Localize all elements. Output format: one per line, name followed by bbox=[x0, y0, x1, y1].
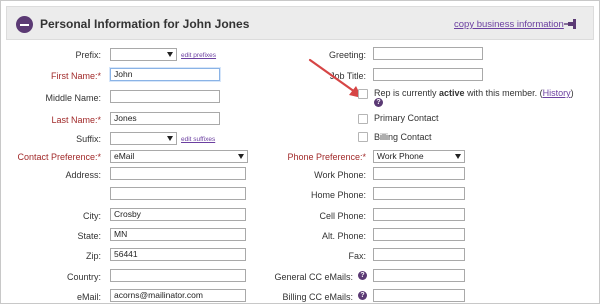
middle-name-field[interactable] bbox=[110, 90, 220, 103]
question-circle-icon[interactable]: ? bbox=[358, 271, 367, 280]
first-name-field[interactable]: John bbox=[110, 68, 220, 81]
first-name-label: First Name:* bbox=[50, 71, 101, 81]
chevron-down-icon bbox=[167, 136, 173, 141]
work-phone-field[interactable] bbox=[373, 167, 465, 180]
panel-header: Personal Information for John Jones copy… bbox=[6, 6, 594, 40]
pushpin-icon[interactable] bbox=[564, 18, 578, 30]
chevron-down-icon bbox=[238, 154, 244, 159]
phone-preference-select[interactable]: Work Phone bbox=[373, 150, 465, 163]
email-field[interactable]: acorns@mailinator.com bbox=[110, 289, 246, 302]
last-name-label: Last Name:* bbox=[51, 115, 101, 125]
contact-preference-select[interactable]: eMail bbox=[110, 150, 248, 163]
work-phone-label: Work Phone: bbox=[314, 170, 366, 180]
alt-phone-field[interactable] bbox=[373, 228, 465, 241]
general-cc-emails-label: General CC eMails: bbox=[274, 272, 353, 282]
history-link[interactable]: History bbox=[543, 88, 571, 98]
primary-contact-label: Primary Contact bbox=[374, 113, 439, 123]
copy-business-info-link[interactable]: copy business information bbox=[454, 19, 564, 30]
chevron-down-icon bbox=[455, 154, 461, 159]
city-field[interactable]: Crosby bbox=[110, 208, 246, 221]
address-label: Address: bbox=[65, 170, 101, 180]
question-circle-icon[interactable]: ? bbox=[358, 291, 367, 300]
panel-title: Personal Information for John Jones bbox=[40, 17, 250, 31]
greeting-field[interactable] bbox=[373, 47, 483, 60]
home-phone-field[interactable] bbox=[373, 187, 465, 200]
suffix-select[interactable] bbox=[110, 132, 177, 145]
zip-field[interactable]: 56441 bbox=[110, 248, 246, 261]
minus-circle-icon bbox=[20, 23, 29, 26]
cell-phone-label: Cell Phone: bbox=[319, 211, 366, 221]
zip-label: Zip: bbox=[85, 251, 101, 261]
suffix-label: Suffix: bbox=[76, 134, 101, 144]
country-field[interactable] bbox=[110, 269, 246, 282]
address-line2-field[interactable] bbox=[110, 187, 246, 200]
last-name-field[interactable]: Jones bbox=[110, 112, 220, 125]
address-line1-field[interactable] bbox=[110, 167, 246, 180]
rep-active-checkbox[interactable] bbox=[358, 89, 368, 99]
phone-preference-label: Phone Preference:* bbox=[287, 152, 366, 162]
billing-contact-checkbox[interactable] bbox=[358, 132, 368, 142]
annotation-arrow bbox=[308, 58, 362, 98]
email-label: eMail: bbox=[76, 292, 101, 302]
chevron-down-icon bbox=[167, 52, 173, 57]
edit-suffixes-link[interactable]: edit suffixes bbox=[181, 136, 215, 143]
primary-contact-checkbox[interactable] bbox=[358, 114, 368, 124]
prefix-select[interactable] bbox=[110, 48, 177, 61]
alt-phone-label: Alt. Phone: bbox=[321, 231, 366, 241]
edit-prefixes-link[interactable]: edit prefixes bbox=[181, 52, 216, 59]
middle-name-label: Middle Name: bbox=[45, 93, 101, 103]
fax-label: Fax: bbox=[348, 251, 366, 261]
billing-contact-label: Billing Contact bbox=[374, 132, 432, 142]
home-phone-label: Home Phone: bbox=[310, 190, 366, 200]
question-circle-icon[interactable]: ? bbox=[374, 98, 383, 107]
cell-phone-field[interactable] bbox=[373, 208, 465, 221]
contact-preference-label: Contact Preference:* bbox=[17, 152, 101, 162]
general-cc-emails-field[interactable] bbox=[373, 269, 465, 282]
country-label: Country: bbox=[66, 272, 101, 282]
fax-field[interactable] bbox=[373, 248, 465, 261]
job-title-field[interactable] bbox=[373, 68, 483, 81]
prefix-label: Prefix: bbox=[75, 50, 101, 60]
billing-cc-emails-label: Billing CC eMails: bbox=[282, 292, 353, 302]
billing-cc-emails-field[interactable] bbox=[373, 289, 465, 302]
personal-info-panel: Personal Information for John Jones copy… bbox=[0, 0, 600, 304]
city-label: City: bbox=[83, 211, 101, 221]
state-field[interactable]: MN bbox=[110, 228, 246, 241]
collapse-button[interactable] bbox=[16, 16, 33, 33]
state-label: State: bbox=[77, 231, 101, 241]
rep-active-text: Rep is currently active with this member… bbox=[374, 88, 574, 98]
